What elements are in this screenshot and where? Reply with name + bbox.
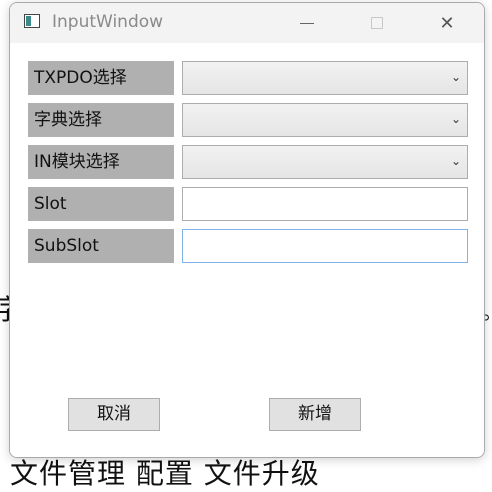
label-dictionary: 字典选择 bbox=[28, 103, 174, 137]
add-button[interactable]: 新增 bbox=[269, 398, 361, 431]
chevron-down-icon: ⌄ bbox=[450, 154, 461, 168]
chevron-down-icon: ⌄ bbox=[450, 112, 461, 126]
chevron-down-icon: ⌄ bbox=[450, 70, 461, 84]
minimize-button[interactable] bbox=[284, 3, 330, 43]
background-text-bottom: 文件管理 配置 文件升级 bbox=[10, 457, 320, 490]
maximize-icon bbox=[371, 17, 383, 29]
app-icon bbox=[24, 14, 40, 28]
label-txpdo: TXPDO选择 bbox=[28, 61, 174, 95]
txpdo-select[interactable]: ⌄ bbox=[182, 61, 468, 95]
cancel-button[interactable]: 取消 bbox=[68, 398, 160, 431]
dictionary-select[interactable]: ⌄ bbox=[182, 103, 468, 137]
close-button[interactable]: ✕ bbox=[424, 3, 470, 43]
title-bar[interactable]: InputWindow ✕ bbox=[10, 3, 484, 43]
subslot-input[interactable] bbox=[182, 229, 468, 263]
window-title: InputWindow bbox=[52, 12, 164, 32]
input-window: InputWindow ✕ TXPDO选择 ⌄ 字典选择 ⌄ IN模块选择 ⌄ bbox=[9, 2, 485, 458]
maximize-button[interactable] bbox=[354, 3, 400, 43]
form-area: TXPDO选择 ⌄ 字典选择 ⌄ IN模块选择 ⌄ Slot SubSlot 取… bbox=[10, 43, 484, 457]
label-subslot: SubSlot bbox=[28, 229, 174, 263]
close-icon: ✕ bbox=[439, 12, 455, 34]
label-slot: Slot bbox=[28, 187, 174, 221]
label-in-module: IN模块选择 bbox=[28, 145, 174, 179]
in-module-select[interactable]: ⌄ bbox=[182, 145, 468, 179]
minimize-icon bbox=[300, 22, 314, 24]
slot-input[interactable] bbox=[182, 187, 468, 221]
